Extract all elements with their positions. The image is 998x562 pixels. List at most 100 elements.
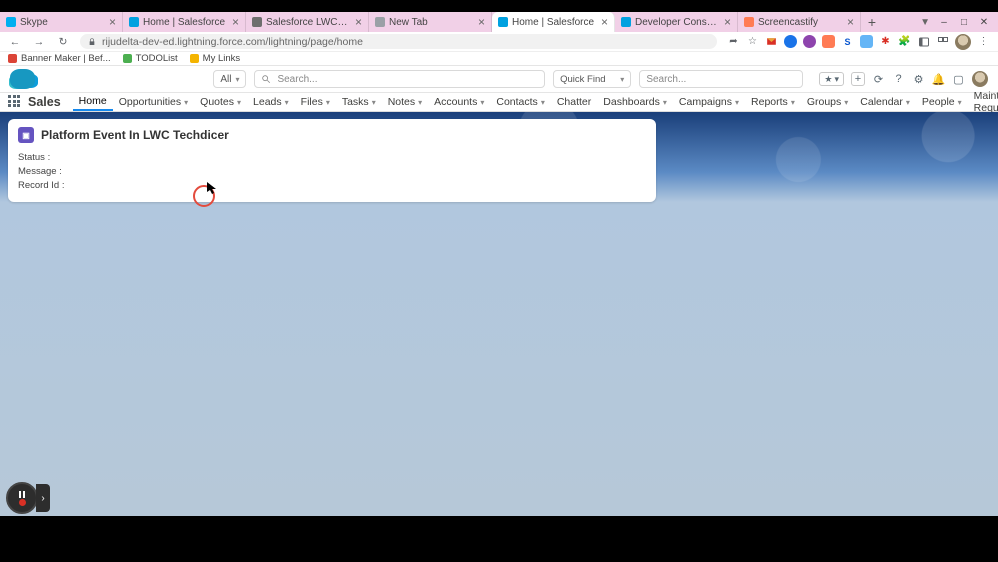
- bookmark-label: TODOList: [136, 53, 178, 64]
- nav-item-groups[interactable]: Groups▾: [801, 93, 854, 111]
- chevron-down-icon[interactable]: ▾: [184, 98, 188, 107]
- global-actions-button[interactable]: +: [851, 72, 865, 86]
- chevron-down-icon[interactable]: ▾: [237, 98, 241, 107]
- url-input[interactable]: rijudelta-dev-ed.lightning.force.com/lig…: [80, 34, 717, 49]
- tab-favicon-1: [129, 17, 139, 27]
- chevron-down-icon[interactable]: ▾: [844, 98, 848, 107]
- nav-item-reports[interactable]: Reports▾: [745, 93, 801, 111]
- nav-item-leads[interactable]: Leads▾: [247, 93, 295, 111]
- nav-item-label: Tasks: [342, 96, 369, 108]
- browser-tab[interactable]: New Tab×: [369, 12, 492, 32]
- side-panel-icon[interactable]: [917, 35, 930, 48]
- app-launcher-icon[interactable]: [8, 95, 20, 109]
- nav-item-chatter[interactable]: Chatter: [551, 93, 597, 111]
- notifications-bell-icon[interactable]: 🔔: [932, 73, 945, 86]
- close-icon[interactable]: ×: [601, 15, 608, 29]
- chevron-down-icon[interactable]: ▾: [372, 98, 376, 107]
- browser-tab[interactable]: Home | Salesforce×: [492, 12, 615, 32]
- tab-label: Developer Console: [635, 17, 718, 28]
- close-icon[interactable]: ×: [232, 15, 239, 29]
- back-button[interactable]: ←: [8, 36, 22, 48]
- reload-button[interactable]: ↻: [56, 36, 70, 48]
- close-icon[interactable]: ×: [478, 15, 485, 29]
- chevron-down-icon[interactable]: ▾: [791, 98, 795, 107]
- nav-item-dashboards[interactable]: Dashboards▾: [597, 93, 673, 111]
- browser-menu-icon[interactable]: ⋮: [977, 35, 990, 48]
- chevron-down-icon[interactable]: ▾: [326, 98, 330, 107]
- global-search-input[interactable]: Search...: [254, 70, 545, 88]
- nav-item-tasks[interactable]: Tasks▾: [336, 93, 382, 111]
- chevron-down-icon[interactable]: ▾: [541, 98, 545, 107]
- nav-item-maintenance-requests[interactable]: Maintenance Requests▾: [968, 93, 998, 111]
- favorites-button[interactable]: ★▾: [819, 72, 844, 86]
- bookmark-favicon: [123, 54, 132, 63]
- close-icon[interactable]: ×: [724, 15, 731, 29]
- browser-tab[interactable]: Screencastify×: [738, 12, 861, 32]
- chevron-down-icon[interactable]: ▾: [418, 98, 422, 107]
- tab-favicon-4: [498, 17, 508, 27]
- salesforce-anywhere-icon[interactable]: ▢: [952, 73, 965, 86]
- tab-search-icon[interactable]: ▼: [920, 17, 930, 28]
- chevron-down-icon[interactable]: ▾: [735, 98, 739, 107]
- search-scope-dropdown[interactable]: All ▾: [213, 70, 246, 88]
- forward-button[interactable]: →: [32, 36, 46, 48]
- user-avatar[interactable]: [972, 71, 988, 87]
- bookmark-item[interactable]: My Links: [190, 53, 240, 64]
- ext-icon-7[interactable]: ✱: [879, 35, 892, 48]
- screencast-recorder-widget[interactable]: ›: [6, 482, 50, 514]
- ext-icon-5[interactable]: S: [841, 35, 854, 48]
- tab-favicon-0: [6, 17, 16, 27]
- ext-icon-3[interactable]: [803, 35, 816, 48]
- chevron-down-icon[interactable]: ▾: [663, 98, 667, 107]
- share-icon[interactable]: ➦: [727, 35, 740, 48]
- quickfind-label: Quick Find: [560, 74, 605, 85]
- salesforce-logo[interactable]: [10, 69, 35, 89]
- pause-icon: [19, 491, 26, 498]
- browser-tab[interactable]: Developer Console ×: [615, 12, 738, 32]
- help-icon[interactable]: ?: [892, 73, 905, 86]
- nav-item-notes[interactable]: Notes▾: [382, 93, 428, 111]
- recorder-expand-button[interactable]: ›: [36, 484, 50, 512]
- quickfind-dropdown[interactable]: Quick Find ▾: [553, 70, 631, 88]
- close-icon[interactable]: ×: [355, 15, 362, 29]
- guidance-icon[interactable]: ⟳: [872, 73, 885, 86]
- nav-item-home[interactable]: Home: [73, 93, 113, 111]
- close-window-button[interactable]: ✕: [978, 16, 990, 28]
- recorder-main-button[interactable]: [6, 482, 38, 514]
- chevron-down-icon[interactable]: ▾: [480, 98, 484, 107]
- maximize-button[interactable]: □: [958, 16, 970, 28]
- minimize-button[interactable]: –: [938, 16, 950, 28]
- nav-item-calendar[interactable]: Calendar▾: [854, 93, 916, 111]
- ext-icon-2[interactable]: [784, 35, 797, 48]
- tab-groups-icon[interactable]: [936, 35, 949, 48]
- ext-icon-4[interactable]: [822, 35, 835, 48]
- nav-item-contacts[interactable]: Contacts▾: [490, 93, 550, 111]
- nav-item-campaigns[interactable]: Campaigns▾: [673, 93, 745, 111]
- chevron-down-icon[interactable]: ▾: [285, 98, 289, 107]
- nav-item-label: Files: [301, 96, 323, 108]
- browser-tab[interactable]: Skype×: [0, 12, 123, 32]
- new-tab-button[interactable]: +: [861, 12, 883, 32]
- extensions-icon[interactable]: 🧩: [898, 35, 911, 48]
- nav-item-accounts[interactable]: Accounts▾: [428, 93, 490, 111]
- bookmark-item[interactable]: TODOList: [123, 53, 178, 64]
- quickfind-search-input[interactable]: Search...: [639, 70, 803, 88]
- setup-gear-icon[interactable]: ⚙: [912, 73, 925, 86]
- nav-item-people[interactable]: People▾: [916, 93, 968, 111]
- close-icon[interactable]: ×: [109, 15, 116, 29]
- ext-icon-6[interactable]: [860, 35, 873, 48]
- close-icon[interactable]: ×: [847, 15, 854, 29]
- bookmark-item[interactable]: Banner Maker | Bef...: [8, 53, 111, 64]
- browser-tab[interactable]: Home | Salesforce ×: [123, 12, 246, 32]
- tab-label: Home | Salesforce: [143, 17, 226, 28]
- nav-item-label: People: [922, 96, 955, 108]
- star-icon[interactable]: ☆: [746, 35, 759, 48]
- browser-tab[interactable]: Salesforce LWC Editor (Beta)×: [246, 12, 369, 32]
- profile-avatar[interactable]: [955, 34, 971, 50]
- nav-item-files[interactable]: Files▾: [295, 93, 336, 111]
- chevron-down-icon[interactable]: ▾: [958, 98, 962, 107]
- nav-item-opportunities[interactable]: Opportunities▾: [113, 93, 194, 111]
- chevron-down-icon[interactable]: ▾: [906, 98, 910, 107]
- nav-item-quotes[interactable]: Quotes▾: [194, 93, 247, 111]
- ext-icon-1[interactable]: [765, 35, 778, 48]
